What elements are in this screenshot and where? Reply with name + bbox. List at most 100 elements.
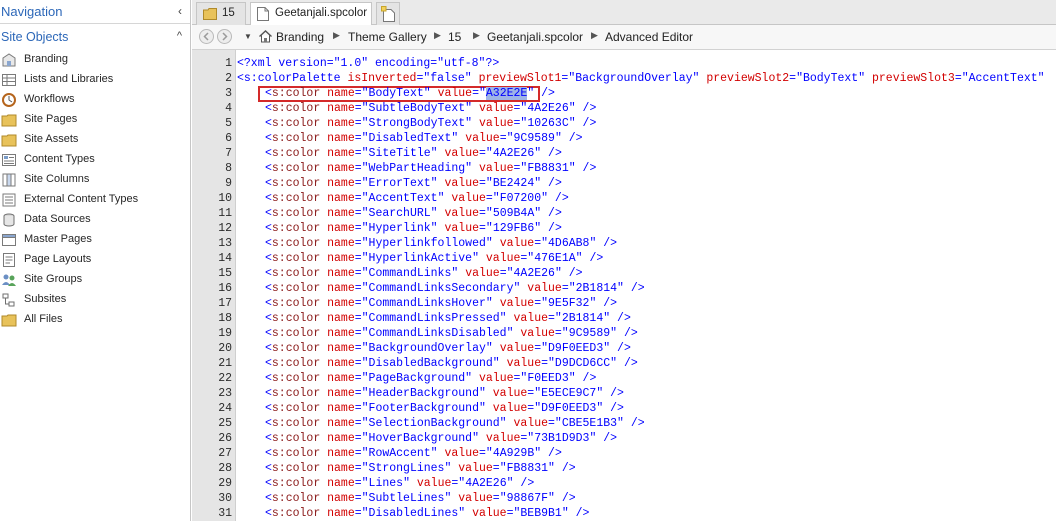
all-files-icon (1, 312, 17, 328)
line-number: 13 (218, 237, 232, 250)
sidebar-item-all-files[interactable]: All Files (0, 310, 190, 330)
master-pages-icon (1, 232, 17, 248)
sidebar-item-site-columns[interactable]: Site Columns (0, 170, 190, 190)
color-name: StrongLines (368, 462, 445, 475)
code-token: =" (354, 417, 369, 430)
sidebar-item-data-sources[interactable]: Data Sources (0, 210, 190, 230)
code-token: " (492, 357, 500, 370)
forward-button[interactable] (217, 29, 232, 44)
external-content-types-icon (1, 192, 17, 208)
sidebar-item-subsites[interactable]: Subsites (0, 290, 190, 310)
code-token: " (472, 252, 479, 265)
code-token: < (265, 282, 272, 295)
code-token: value (451, 192, 486, 205)
code-token: =" (513, 372, 528, 385)
code-token: =" (548, 312, 562, 325)
color-value: 10263C (527, 117, 569, 130)
code-token: " /> (603, 342, 631, 355)
breadcrumb-item-file[interactable]: Geetanjali.spcolor (487, 30, 583, 44)
sidebar-item-master-pages[interactable]: Master Pages (0, 230, 190, 250)
attribute-value: "BackgroundOverlay" (568, 72, 700, 85)
navigation-title: Navigation (1, 4, 63, 19)
line-number: 14 (218, 252, 232, 265)
code-token: s:color (271, 492, 321, 505)
code-token: " /> (610, 327, 638, 340)
code-token: " /> (568, 117, 597, 130)
sidebar-item-content-types[interactable]: Content Types (0, 150, 190, 170)
code-token: s:color (271, 312, 321, 325)
code-editor[interactable]: <?xml version="1.0" encoding="utf-8"?> <s… (237, 50, 1056, 521)
color-name: DisabledBackground (368, 357, 493, 370)
code-token: =" (354, 507, 369, 520)
line-number: 2 (225, 72, 232, 85)
code-token: " /> (589, 297, 618, 310)
code-token: name (327, 87, 355, 100)
code-token: < (265, 102, 272, 115)
site-objects-title: Site Objects (1, 30, 69, 44)
code-token: s:color (271, 222, 321, 235)
sidebar-item-lists-and-libraries[interactable]: Lists and Libraries (0, 70, 190, 90)
color-name: DisabledText (368, 132, 452, 145)
collapse-site-objects-icon[interactable]: ^ (177, 30, 182, 42)
folder-icon (203, 7, 217, 25)
code-token: =" (354, 432, 369, 445)
code-token: name (327, 372, 355, 385)
sidebar-item-external-content-types[interactable]: External Content Types (0, 190, 190, 210)
sidebar-item-label: Data Sources (24, 213, 91, 225)
breadcrumb-item-branding[interactable]: Branding (276, 30, 324, 44)
code-token: value (492, 387, 528, 400)
code-token: =" (354, 477, 369, 490)
code-token: =" (354, 252, 369, 265)
code-token: =" (354, 237, 369, 250)
code-token: name (327, 327, 355, 340)
code-token: < (265, 372, 272, 385)
line-number: 26 (218, 432, 232, 445)
code-line: <s:color name="StrongBodyText" value="10… (265, 116, 596, 131)
line-number: 11 (218, 207, 232, 220)
site-objects-header[interactable]: Site Objects ^ (0, 28, 190, 48)
tab-geetanjali-spcolor[interactable]: Geetanjali.spcolor (250, 2, 372, 26)
code-token: value (437, 87, 473, 100)
line-number: 27 (218, 447, 232, 460)
code-token: =" (492, 462, 507, 475)
document-icon (257, 7, 269, 26)
code-token: s:color (271, 87, 321, 100)
home-icon[interactable] (258, 29, 273, 49)
code-token: " (430, 222, 438, 235)
breadcrumb-item-15[interactable]: 15 (448, 30, 461, 44)
code-token: s:color (271, 282, 321, 295)
tab-folder-15[interactable]: 15 (196, 2, 246, 25)
color-value: E5ECE9C7 (541, 387, 597, 400)
sidebar-item-site-groups[interactable]: Site Groups (0, 270, 190, 290)
history-dropdown-icon[interactable]: ▼ (244, 32, 252, 41)
back-button[interactable] (199, 29, 214, 44)
breadcrumb-bar: ▼ Branding ▶ Theme Gallery ▶ 15 ▶ Geetan… (192, 25, 1056, 50)
attribute-value: "AccentText" (961, 72, 1045, 85)
color-value: CBE5E1B3 (561, 417, 618, 430)
sidebar-item-workflows[interactable]: Workflows (0, 90, 190, 110)
code-token: s:color (271, 447, 321, 460)
color-value: 476E1A (534, 252, 576, 265)
breadcrumb-item-theme-gallery[interactable]: Theme Gallery (348, 30, 427, 44)
code-token: < (265, 387, 272, 400)
new-tab-button[interactable] (376, 2, 400, 25)
sidebar-item-branding[interactable]: Branding (0, 50, 190, 70)
code-token: =" (354, 462, 369, 475)
color-value: 9C9589 (568, 327, 611, 340)
sidebar-item-label: External Content Types (24, 193, 139, 205)
breadcrumb-item-advanced-editor[interactable]: Advanced Editor (605, 30, 693, 44)
code-line: <s:color name="CommandLinksHover" value=… (265, 296, 617, 311)
color-name: StrongBodyText (368, 117, 466, 130)
collapse-navigation-icon[interactable]: ‹ (178, 4, 182, 18)
sidebar-item-site-pages[interactable]: Site Pages (0, 110, 190, 130)
code-token: =" (354, 87, 369, 100)
code-token: name (327, 207, 355, 220)
code-token: s:color (271, 432, 321, 445)
sidebar-item-page-layouts[interactable]: Page Layouts (0, 250, 190, 270)
sidebar-item-site-assets[interactable]: Site Assets (0, 130, 190, 150)
code-token: " (403, 477, 410, 490)
code-token: name (327, 402, 355, 415)
